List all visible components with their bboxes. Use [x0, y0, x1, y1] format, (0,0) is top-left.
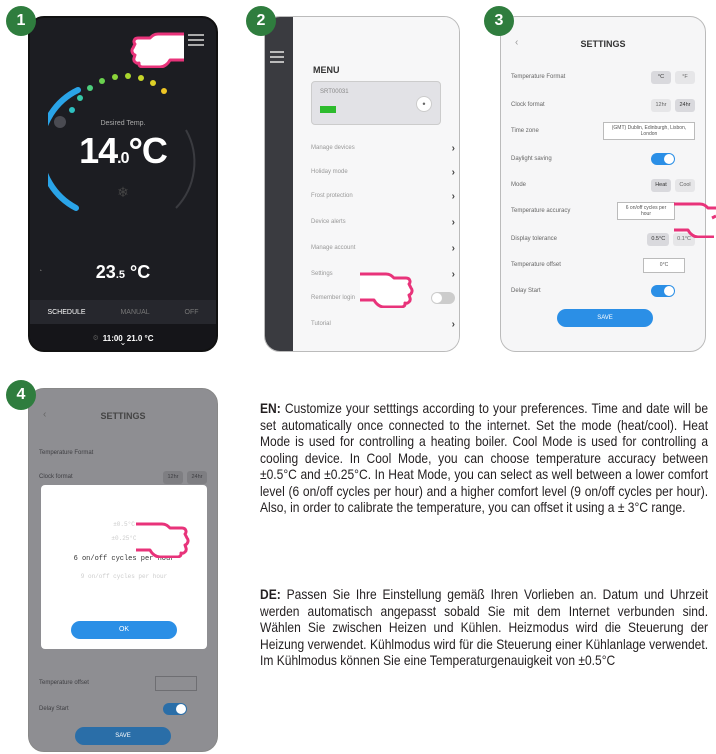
setting-clock-format: Clock format 12hr 24hr [511, 95, 695, 115]
delay-start-toggle [163, 703, 187, 715]
remember-login-toggle[interactable] [431, 292, 455, 304]
description-de: DE: Passen Sie Ihre Einstellung gemäß Ih… [260, 586, 709, 668]
thermostat-screen: Desired Temp. 14.0°C ❄ ◔ 23.5 °C SCHEDUL… [28, 16, 218, 352]
setting-delay-start: Delay Start [39, 699, 207, 719]
tolerance-05-option[interactable]: 0.5°C [647, 232, 670, 246]
tab-manual[interactable]: MANUAL [120, 309, 149, 316]
delay-start-toggle[interactable] [651, 285, 675, 297]
tab-off[interactable]: OFF [185, 309, 199, 316]
setting-temp-format: Temperature Format [39, 450, 94, 456]
settings-title: SETTINGS [100, 411, 146, 421]
snowflake-icon: ❄ [117, 184, 129, 200]
settings-title: SETTINGS [580, 39, 626, 49]
chevron-right-icon: › [451, 268, 455, 280]
device-options-button[interactable]: • [416, 96, 432, 112]
device-name: SRT00031 [320, 89, 349, 95]
menu-item-device-alerts[interactable]: Device alerts › [311, 213, 455, 231]
setting-time-zone: Time zone (GMT) Dublin, Edinburgh, Lisbo… [511, 121, 695, 141]
hamburger-menu-icon[interactable] [188, 34, 204, 49]
settings-screen: ‹ SETTINGS Temperature Format °C °F Clock… [500, 16, 706, 352]
celsius-option[interactable]: °C [651, 70, 671, 84]
picker-option[interactable]: 9 on/off cycles per hour [41, 573, 207, 580]
daylight-saving-toggle[interactable] [651, 153, 675, 165]
ok-button[interactable]: OK [71, 621, 177, 639]
chevron-right-icon: › [451, 142, 455, 154]
chevron-right-icon: › [451, 190, 455, 202]
mode-heat-option[interactable]: Heat [651, 178, 671, 192]
clock-12hr-option: 12hr [163, 470, 183, 484]
pointing-hand-icon [130, 32, 184, 68]
step-badge-1: 1 [6, 6, 36, 36]
setting-delay-start: Delay Start [511, 281, 695, 301]
temp-offset-input[interactable]: 0°C [643, 257, 685, 273]
menu-item-manage-devices[interactable]: Manage devices › [311, 139, 455, 157]
tab-schedule[interactable]: SCHEDULE [47, 309, 85, 316]
setting-mode: Mode Heat Cool [511, 175, 695, 195]
setting-temp-accuracy: Temperature accuracy 6 on/off cycles per… [511, 201, 695, 221]
setting-temp-offset: Temperature offset [39, 673, 207, 693]
chevron-right-icon: › [451, 216, 455, 228]
desired-temp-label: Desired Temp. [100, 120, 146, 127]
menu-item-tutorial[interactable]: Tutorial › [311, 315, 455, 333]
save-button: SAVE [75, 727, 171, 745]
menu-item-holiday-mode[interactable]: Holiday mode › [311, 163, 455, 181]
pointing-hand-icon [674, 202, 716, 238]
time-zone-select[interactable]: (GMT) Dublin, Edinburgh, Lisbon, London [603, 122, 695, 140]
desired-temp-value: 14.0°C [79, 130, 168, 171]
pointing-hand-icon [136, 522, 190, 558]
settings-dialog-screen: ‹ SETTINGS Temperature Format Clock form… [28, 388, 218, 752]
save-button[interactable]: SAVE [557, 309, 653, 327]
setting-daylight-saving: Daylight saving [511, 149, 695, 169]
clock-24hr-option[interactable]: 24hr [675, 98, 695, 112]
step-badge-3: 3 [484, 6, 514, 36]
step-badge-2: 2 [246, 6, 276, 36]
chevron-right-icon: › [451, 242, 455, 254]
temp-offset-input [155, 675, 197, 691]
device-card[interactable]: SRT00031 • [311, 81, 441, 125]
chevron-right-icon: › [451, 318, 455, 330]
description-en: EN: Customize your setttings according t… [260, 400, 709, 515]
chevron-right-icon: › [451, 166, 455, 178]
device-status-indicator [320, 106, 336, 113]
setting-clock-format: Clock format 12hr 24hr [39, 467, 207, 487]
clock-12hr-option[interactable]: 12hr [651, 98, 671, 112]
mode-tabs: SCHEDULE MANUAL OFF [30, 300, 216, 324]
step-badge-4: 4 [6, 380, 36, 410]
menu-item-manage-account[interactable]: Manage account › [311, 239, 455, 257]
accuracy-picker-dialog: ±0.5°C ±0.25°C 6 on/off cycles per hour … [41, 485, 207, 649]
setting-display-tolerance: Display tolerance 0.5°C 0.1°C [511, 229, 695, 249]
clock-24hr-option: 24hr [187, 470, 207, 484]
mode-cool-option[interactable]: Cool [675, 178, 695, 192]
setting-temp-offset: Temperature offset 0°C [511, 255, 695, 275]
fahrenheit-option[interactable]: °F [675, 70, 695, 84]
menu-title: MENU [313, 65, 340, 75]
hamburger-menu-icon[interactable] [270, 51, 284, 66]
pointing-hand-icon [360, 272, 414, 308]
current-temp-value: 23.5 °C [95, 262, 151, 282]
temp-accuracy-select[interactable]: 6 on/off cycles per hour [617, 202, 675, 220]
dimmed-background [265, 17, 293, 351]
chevron-down-icon[interactable]: ⌄ [30, 338, 216, 347]
menu-item-frost-protection[interactable]: Frost protection › [311, 187, 455, 205]
setting-temp-format: Temperature Format °C °F [511, 67, 695, 87]
